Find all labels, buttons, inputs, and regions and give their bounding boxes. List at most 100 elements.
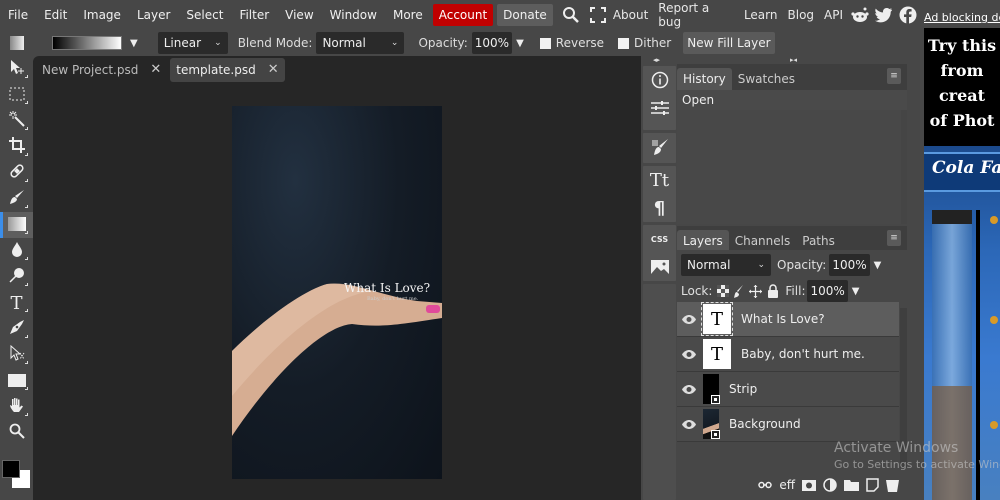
tab-history[interactable]: History — [677, 68, 732, 90]
tab-new-project[interactable]: New Project.psd ✕ — [36, 58, 167, 82]
tab-layers[interactable]: Layers — [677, 230, 729, 252]
paragraph-icon[interactable]: ¶ — [643, 194, 676, 222]
layer-row-what-is-love[interactable]: T What Is Love? — [677, 302, 899, 337]
account-button[interactable]: Account — [432, 4, 494, 26]
fill-slider-arrow-icon[interactable]: ▼ — [852, 286, 860, 297]
menu-layer[interactable]: Layer — [129, 4, 178, 26]
link-layers-icon[interactable] — [758, 481, 773, 489]
link-report-bug[interactable]: Report a bug — [653, 1, 739, 29]
lock-position-icon[interactable] — [749, 284, 763, 298]
tool-healing[interactable] — [0, 160, 33, 186]
link-about[interactable]: About — [608, 8, 653, 22]
menu-file[interactable]: File — [0, 4, 36, 26]
tool-blur[interactable] — [0, 238, 33, 264]
tab-template[interactable]: template.psd ✕ — [170, 58, 285, 82]
dither-checkbox[interactable] — [618, 37, 630, 49]
layers-scrollbar[interactable] — [900, 308, 907, 468]
mask-icon[interactable] — [802, 479, 816, 491]
gradient-dropdown-arrow-icon[interactable]: ▼ — [130, 38, 138, 49]
tool-type[interactable]: T — [0, 290, 33, 316]
menu-select[interactable]: Select — [178, 4, 231, 26]
tab-channels[interactable]: Channels — [729, 230, 797, 252]
gradient-tool-preset-icon[interactable] — [10, 36, 24, 50]
foreground-color-swatch[interactable] — [2, 460, 20, 478]
ad-game-image[interactable]: Cola Fa — [924, 146, 1000, 500]
reverse-checkbox[interactable] — [539, 37, 551, 49]
tool-hand[interactable] — [0, 394, 33, 420]
link-api[interactable]: API — [819, 8, 848, 22]
link-learn[interactable]: Learn — [739, 8, 783, 22]
layer-row-baby-dont-hurt-me[interactable]: T Baby, don't hurt me. — [677, 337, 899, 372]
tool-crop[interactable] — [0, 134, 33, 160]
link-blog[interactable]: Blog — [783, 8, 820, 22]
eye-icon[interactable] — [677, 349, 701, 359]
canvas[interactable]: What Is Love? Baby, don't hurt me. — [232, 106, 442, 479]
search-icon[interactable] — [561, 5, 581, 25]
eye-icon[interactable] — [677, 419, 701, 429]
menu-view[interactable]: View — [277, 4, 321, 26]
collapse-arrows-icon[interactable]: ▸◂ — [790, 56, 797, 64]
new-fill-layer-button[interactable]: New Fill Layer — [683, 32, 775, 54]
lock-all-icon[interactable] — [767, 284, 779, 298]
new-layer-icon[interactable] — [866, 478, 879, 492]
collapse-arrows-icon[interactable]: ◂▸ — [653, 56, 660, 64]
gradient-type-select[interactable]: Linear ⌄ — [157, 32, 228, 54]
tab-paths[interactable]: Paths — [796, 230, 841, 252]
tool-zoom[interactable] — [0, 420, 33, 446]
menu-edit[interactable]: Edit — [36, 4, 75, 26]
tool-shape[interactable] — [0, 368, 33, 394]
folder-icon[interactable] — [844, 479, 859, 491]
menu-image[interactable]: Image — [75, 4, 129, 26]
tool-brush[interactable] — [0, 186, 33, 212]
tool-marquee[interactable] — [0, 82, 33, 108]
menu-window[interactable]: Window — [322, 4, 385, 26]
delete-layer-icon[interactable] — [886, 478, 899, 492]
panel-menu-icon[interactable]: ≡ — [887, 68, 901, 84]
menu-more[interactable]: More — [385, 4, 431, 26]
magic-wand-icon — [8, 111, 25, 131]
brush-settings-icon[interactable] — [643, 133, 676, 161]
eye-icon[interactable] — [677, 384, 701, 394]
layer-row-strip[interactable]: Strip — [677, 372, 899, 407]
fill-input[interactable]: 100% — [807, 280, 848, 302]
tool-path-select[interactable] — [0, 342, 33, 368]
gradient-swatch[interactable] — [52, 36, 122, 50]
opacity-slider-arrow-icon[interactable]: ▼ — [874, 260, 882, 271]
tab-swatches[interactable]: Swatches — [732, 68, 801, 90]
facebook-icon[interactable] — [899, 6, 917, 24]
adjustment-layer-icon[interactable] — [823, 478, 837, 492]
reddit-icon[interactable] — [851, 6, 869, 24]
tool-pen[interactable] — [0, 316, 33, 342]
tool-gradient[interactable] — [0, 212, 33, 238]
adjustments-icon[interactable] — [643, 94, 676, 122]
character-icon[interactable]: Tt — [643, 166, 676, 194]
layer-blend-mode-select[interactable]: Normal ⌄ — [681, 254, 771, 276]
opacity-slider-arrow-icon[interactable]: ▼ — [516, 38, 524, 49]
opacity-input[interactable]: 100% — [471, 32, 513, 54]
layer-opacity-input[interactable]: 100% — [829, 254, 870, 276]
effects-icon[interactable]: eff — [779, 478, 795, 492]
twitter-icon[interactable] — [875, 6, 893, 24]
history-item[interactable]: Open — [677, 90, 907, 110]
info-icon[interactable] — [643, 66, 676, 94]
ad-banner[interactable]: Try this from creat of Phot — [924, 28, 1000, 146]
menu-filter[interactable]: Filter — [231, 4, 277, 26]
css-icon[interactable]: CSS — [643, 225, 676, 253]
layer-row-background[interactable]: Background — [677, 407, 899, 442]
lock-pixels-icon[interactable] — [734, 284, 744, 298]
fullscreen-icon[interactable] — [588, 5, 608, 25]
blend-mode-select[interactable]: Normal ⌄ — [316, 32, 405, 54]
close-icon[interactable]: ✕ — [150, 58, 161, 82]
image-icon[interactable] — [643, 253, 676, 281]
tool-magic-wand[interactable] — [0, 108, 33, 134]
tool-dodge[interactable] — [0, 264, 33, 290]
text-layer-thumbnail: T — [701, 302, 733, 336]
tool-move[interactable] — [0, 56, 33, 82]
eye-icon[interactable] — [677, 314, 701, 324]
smart-object-icon — [711, 430, 720, 439]
donate-button[interactable]: Donate — [497, 4, 553, 26]
close-icon[interactable]: ✕ — [268, 58, 279, 82]
lock-transparency-icon[interactable] — [717, 285, 730, 297]
panel-menu-icon[interactable]: ≡ — [887, 230, 901, 246]
ad-blocking-link[interactable]: Ad blocking de — [924, 11, 1000, 24]
